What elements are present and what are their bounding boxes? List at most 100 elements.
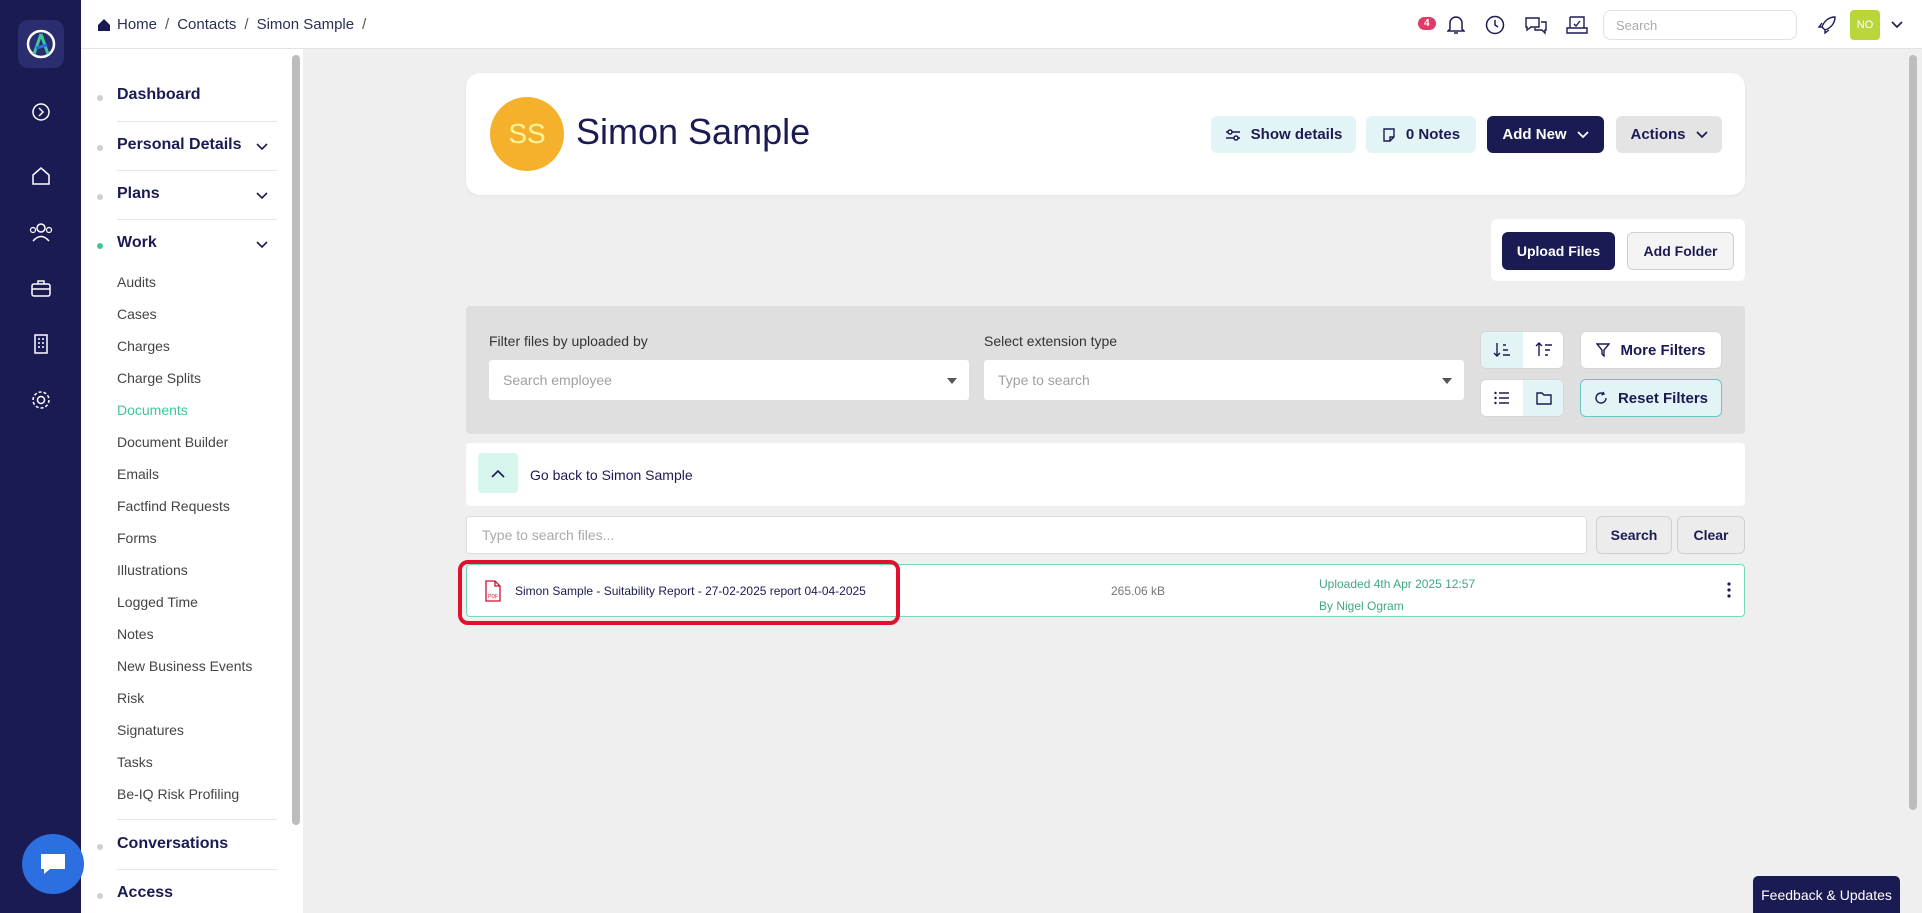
home-nav-icon[interactable]	[24, 159, 58, 193]
user-avatar[interactable]: NO	[1850, 10, 1880, 40]
file-uploaded-by: By Nigel Ogram	[1319, 599, 1404, 613]
sub-item-be-iq-risk-profiling[interactable]: Be-IQ Risk Profiling	[117, 786, 239, 802]
sub-item-audits[interactable]: Audits	[117, 274, 156, 290]
more-filters-button[interactable]: More Filters	[1580, 331, 1722, 369]
chevron-down-icon[interactable]	[255, 240, 269, 250]
top-header: Home / Contacts / Simon Sample / 4 NO	[81, 0, 1922, 49]
notes-button[interactable]: 0 Notes	[1366, 116, 1476, 153]
chevron-down-icon[interactable]	[1884, 12, 1910, 38]
extension-select[interactable]: Type to search	[984, 360, 1464, 400]
menu-conversations[interactable]: Conversations	[117, 835, 228, 853]
folder-view-icon[interactable]	[1523, 380, 1563, 416]
side-menu-scrollbar[interactable]	[292, 55, 300, 825]
clock-icon[interactable]	[1482, 12, 1508, 38]
menu-bullet-active	[97, 243, 103, 249]
sub-item-illustrations[interactable]: Illustrations	[117, 562, 188, 578]
contact-header-card: SS Simon Sample Show details 0 Notes Add…	[466, 73, 1745, 195]
menu-bullet	[97, 95, 103, 101]
feedback-updates-button[interactable]: Feedback & Updates	[1753, 876, 1900, 913]
upload-files-button[interactable]: Upload Files	[1502, 232, 1615, 270]
sub-item-logged-time[interactable]: Logged Time	[117, 594, 198, 610]
file-upload-info: Uploaded 4th Apr 2025 12:57 By Nigel Ogr…	[1319, 573, 1475, 617]
sub-item-risk[interactable]: Risk	[117, 690, 144, 706]
sub-item-signatures[interactable]: Signatures	[117, 722, 184, 738]
settings-gear-icon[interactable]	[24, 383, 58, 417]
contact-avatar: SS	[490, 97, 564, 171]
breadcrumb-contact[interactable]: Simon Sample	[257, 16, 355, 33]
contacts-nav-icon[interactable]	[24, 215, 58, 249]
expand-menu-icon[interactable]	[24, 95, 58, 129]
pdf-file-icon: PDF	[485, 580, 501, 602]
sub-item-document-builder[interactable]: Document Builder	[117, 434, 228, 450]
chevron-down-icon[interactable]	[255, 142, 269, 152]
search-button[interactable]: Search	[1596, 516, 1672, 554]
chevron-down-icon[interactable]	[255, 191, 269, 201]
bell-icon[interactable]	[1443, 12, 1469, 38]
app-logo[interactable]	[18, 20, 64, 68]
add-new-button[interactable]: Add New	[1487, 116, 1604, 153]
menu-divider	[117, 819, 277, 820]
upload-files-label: Upload Files	[1516, 243, 1601, 259]
show-details-label: Show details	[1250, 126, 1343, 143]
breadcrumb-contacts[interactable]: Contacts	[177, 16, 236, 33]
file-size: 265.06 kB	[1111, 584, 1166, 598]
menu-access[interactable]: Access	[117, 884, 173, 902]
global-search-input[interactable]	[1603, 10, 1797, 40]
menu-bullet	[97, 893, 103, 899]
inbox-tray-icon[interactable]	[1564, 12, 1590, 38]
more-vertical-icon[interactable]	[1727, 582, 1731, 598]
menu-work[interactable]: Work	[117, 234, 157, 252]
page-scrollbar[interactable]	[1909, 55, 1917, 810]
menu-plans[interactable]: Plans	[117, 185, 160, 203]
file-actions-card: Upload Files Add Folder	[1491, 219, 1745, 281]
uploaded-by-select[interactable]: Search employee	[489, 360, 969, 400]
sub-item-documents[interactable]: Documents	[117, 402, 188, 418]
sub-item-new-business-events[interactable]: New Business Events	[117, 658, 252, 674]
file-search-input[interactable]	[466, 516, 1587, 554]
clear-button[interactable]: Clear	[1677, 516, 1745, 554]
clear-button-label: Clear	[1693, 527, 1729, 543]
building-nav-icon[interactable]	[24, 327, 58, 361]
filter-funnel-icon	[1596, 343, 1611, 357]
go-back-label[interactable]: Go back to Simon Sample	[530, 467, 693, 483]
note-icon	[1383, 127, 1395, 142]
sub-item-notes[interactable]: Notes	[117, 626, 154, 642]
chevron-down-icon	[1576, 130, 1589, 138]
list-view-icon[interactable]	[1481, 380, 1523, 416]
extension-label: Select extension type	[984, 333, 1118, 349]
svg-text:PDF: PDF	[488, 594, 498, 600]
chevron-up-icon[interactable]	[478, 453, 518, 493]
actions-button[interactable]: Actions	[1616, 116, 1722, 153]
sort-toggle-group	[1480, 331, 1564, 369]
sort-ascending-icon[interactable]	[1481, 332, 1523, 368]
menu-bullet	[97, 194, 103, 200]
show-details-button[interactable]: Show details	[1211, 116, 1356, 153]
sub-item-emails[interactable]: Emails	[117, 466, 159, 482]
go-back-bar[interactable]: Go back to Simon Sample	[466, 443, 1745, 506]
sub-item-factfind-requests[interactable]: Factfind Requests	[117, 498, 230, 514]
sub-item-cases[interactable]: Cases	[117, 306, 157, 322]
chat-icon[interactable]	[1523, 12, 1549, 38]
menu-personal-details[interactable]: Personal Details	[117, 136, 242, 154]
breadcrumb-separator: /	[165, 16, 170, 33]
briefcase-nav-icon[interactable]	[24, 271, 58, 305]
file-name[interactable]: Simon Sample - Suitability Report - 27-0…	[515, 584, 866, 598]
sub-item-forms[interactable]: Forms	[117, 530, 157, 546]
caret-down-icon	[947, 378, 957, 384]
actions-label: Actions	[1630, 126, 1686, 143]
sub-item-charges[interactable]: Charges	[117, 338, 170, 354]
caret-down-icon	[1442, 378, 1452, 384]
refresh-icon	[1595, 391, 1607, 404]
file-row[interactable]: PDF Simon Sample - Suitability Report - …	[466, 564, 1745, 617]
sub-item-tasks[interactable]: Tasks	[117, 754, 153, 770]
add-folder-button[interactable]: Add Folder	[1627, 232, 1734, 270]
add-new-label: Add New	[1502, 126, 1567, 143]
reset-filters-button[interactable]: Reset Filters	[1580, 379, 1722, 417]
menu-dashboard[interactable]: Dashboard	[117, 86, 201, 104]
rocket-icon[interactable]	[1814, 12, 1840, 38]
notes-label: 0 Notes	[1405, 126, 1461, 143]
sort-descending-icon[interactable]	[1523, 332, 1563, 368]
chat-widget-button[interactable]	[22, 834, 84, 894]
breadcrumb-home[interactable]: Home	[117, 16, 157, 33]
sub-item-charge-splits[interactable]: Charge Splits	[117, 370, 201, 386]
